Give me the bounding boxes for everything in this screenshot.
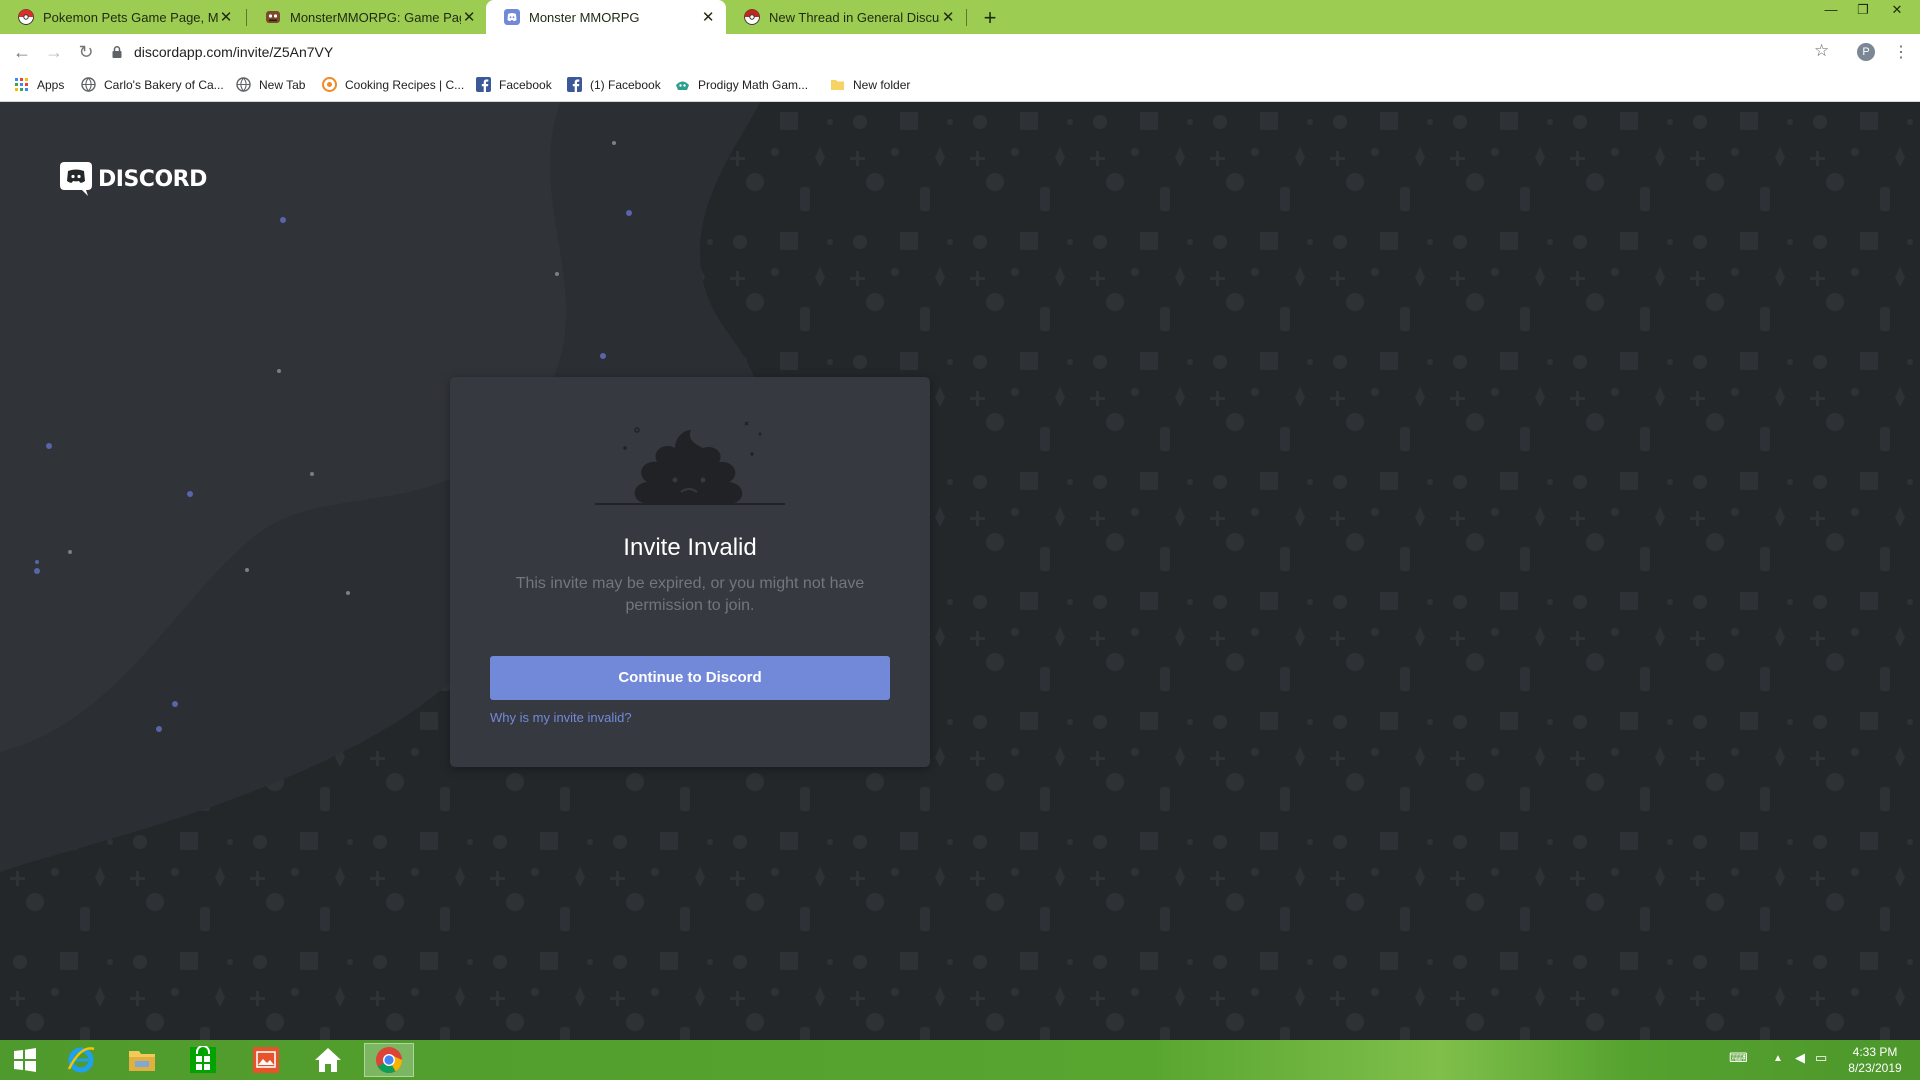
network-icon[interactable]: ▭ xyxy=(1815,1050,1827,1066)
discord-icon xyxy=(504,9,520,25)
windows-start-icon[interactable] xyxy=(0,1043,50,1077)
invite-invalid-card: Invite Invalid This invite may be expire… xyxy=(450,377,930,767)
profile-avatar[interactable]: P xyxy=(1857,43,1875,61)
bookmark-label: Prodigy Math Gam... xyxy=(698,77,809,92)
bookmark-cooking-recipes[interactable]: Cooking Recipes | C... xyxy=(322,77,464,92)
close-icon[interactable]: ✕ xyxy=(940,8,956,26)
tab-monster-mmorpg-discord[interactable]: Monster MMORPG ✕ xyxy=(486,0,726,34)
globe-icon xyxy=(81,77,96,92)
browser-toolbar: ← → ↻ discordapp.com/invite/Z5An7VY ☆ P … xyxy=(0,34,1920,70)
pokeball-icon xyxy=(18,9,34,25)
back-arrow-icon[interactable]: ← xyxy=(10,40,34,64)
folder-icon xyxy=(831,80,844,90)
bookmark-label: New folder xyxy=(853,77,911,92)
store-icon[interactable] xyxy=(178,1043,228,1077)
bookmark-label: Cooking Recipes | C... xyxy=(345,77,465,92)
bookmark-facebook[interactable]: Facebook xyxy=(476,77,552,92)
chrome-icon[interactable] xyxy=(364,1043,414,1077)
bookmark-label: Carlo's Bakery of Ca... xyxy=(104,77,224,92)
why-invite-invalid-link[interactable]: Why is my invite invalid? xyxy=(490,710,632,725)
internet-explorer-icon[interactable] xyxy=(56,1043,106,1077)
tab-strip: Pokemon Pets Game Page, Map ✕ MonsterMMO… xyxy=(0,0,1920,34)
minimize-icon[interactable]: — xyxy=(1816,2,1846,17)
facebook-icon xyxy=(567,77,582,92)
close-icon[interactable]: ✕ xyxy=(218,8,234,26)
close-window-icon[interactable]: ✕ xyxy=(1882,2,1912,18)
apps-grid-icon xyxy=(15,78,28,91)
new-tab-button[interactable]: + xyxy=(976,4,1004,32)
bookmark-new-tab[interactable]: New Tab xyxy=(236,77,305,92)
bookmark-prodigy[interactable]: Prodigy Math Gam... xyxy=(675,77,808,92)
tab-divider xyxy=(966,9,967,26)
close-icon[interactable]: ✕ xyxy=(700,8,716,26)
facebook-icon xyxy=(476,77,491,92)
background-art xyxy=(0,102,1920,1040)
file-explorer-icon[interactable] xyxy=(117,1043,167,1077)
address-bar[interactable]: discordapp.com/invite/Z5An7VY xyxy=(110,39,1830,65)
bookmark-label: Apps xyxy=(37,77,65,92)
bookmark-carlos-bakery[interactable]: Carlo's Bakery of Ca... xyxy=(81,77,224,92)
sad-poop-illustration xyxy=(595,421,785,505)
tab-title: MonsterMMORPG: Game Page - xyxy=(290,9,461,25)
close-icon[interactable]: ✕ xyxy=(461,8,477,26)
bookmarks-bar: Apps Carlo's Bakery of Ca... New Tab Coo… xyxy=(0,70,1920,102)
continue-to-discord-button[interactable]: Continue to Discord xyxy=(490,656,890,700)
photos-icon[interactable] xyxy=(241,1043,291,1077)
monster-icon xyxy=(266,11,280,23)
globe-icon xyxy=(236,77,251,92)
tab-pokemon-pets[interactable]: Pokemon Pets Game Page, Map ✕ xyxy=(0,0,245,34)
restore-icon[interactable]: ❐ xyxy=(1848,2,1878,18)
tab-title: Monster MMORPG xyxy=(529,9,640,25)
system-clock[interactable]: 4:33 PM 8/23/2019 xyxy=(1835,1044,1915,1076)
tab-monstermmorpg-game[interactable]: MonsterMMORPG: Game Page - ✕ xyxy=(247,0,487,34)
bookmark-apps[interactable]: Apps xyxy=(14,77,64,92)
recipe-icon xyxy=(322,77,337,92)
bookmark-facebook-2[interactable]: (1) Facebook xyxy=(567,77,661,92)
discord-logo[interactable]: DISCORD xyxy=(60,162,207,196)
prodigy-icon xyxy=(676,81,689,90)
chevron-up-icon[interactable]: ▲ xyxy=(1773,1053,1783,1064)
bookmark-new-folder[interactable]: New folder xyxy=(830,77,910,92)
tab-new-thread[interactable]: New Thread in General Discussio ✕ xyxy=(726,0,966,34)
bookmark-label: (1) Facebook xyxy=(590,77,661,92)
card-title: Invite Invalid xyxy=(623,534,757,561)
clock-time: 4:33 PM xyxy=(1852,1045,1898,1059)
forward-arrow-icon[interactable]: → xyxy=(42,40,66,64)
bookmark-label: New Tab xyxy=(259,77,306,92)
discord-logo-icon xyxy=(60,162,92,196)
discord-wordmark: DISCORD xyxy=(98,166,207,192)
volume-icon[interactable]: ◀ xyxy=(1795,1050,1805,1066)
tab-title: New Thread in General Discussio xyxy=(769,9,940,25)
lock-icon xyxy=(112,46,122,58)
windows-taskbar: ⌨ ▲ ◀ ▭ 4:33 PM 8/23/2019 xyxy=(0,1040,1920,1080)
keyboard-icon[interactable]: ⌨ xyxy=(1729,1050,1748,1066)
pokeball-icon xyxy=(744,9,760,25)
home-icon[interactable] xyxy=(303,1043,353,1077)
bookmark-star-icon[interactable]: ☆ xyxy=(1814,41,1829,61)
reload-icon[interactable]: ↻ xyxy=(74,40,98,64)
discord-invite-page: DISCORD Invite Invalid This invite may b… xyxy=(0,102,1920,1040)
url-text: discordapp.com/invite/Z5An7VY xyxy=(134,44,334,60)
clock-date: 8/23/2019 xyxy=(1848,1061,1902,1075)
bookmark-label: Facebook xyxy=(499,77,552,92)
card-description: This invite may be expired, or you might… xyxy=(515,575,865,614)
more-menu-icon[interactable]: ⋮ xyxy=(1893,42,1909,62)
tab-title: Pokemon Pets Game Page, Map xyxy=(43,9,218,25)
